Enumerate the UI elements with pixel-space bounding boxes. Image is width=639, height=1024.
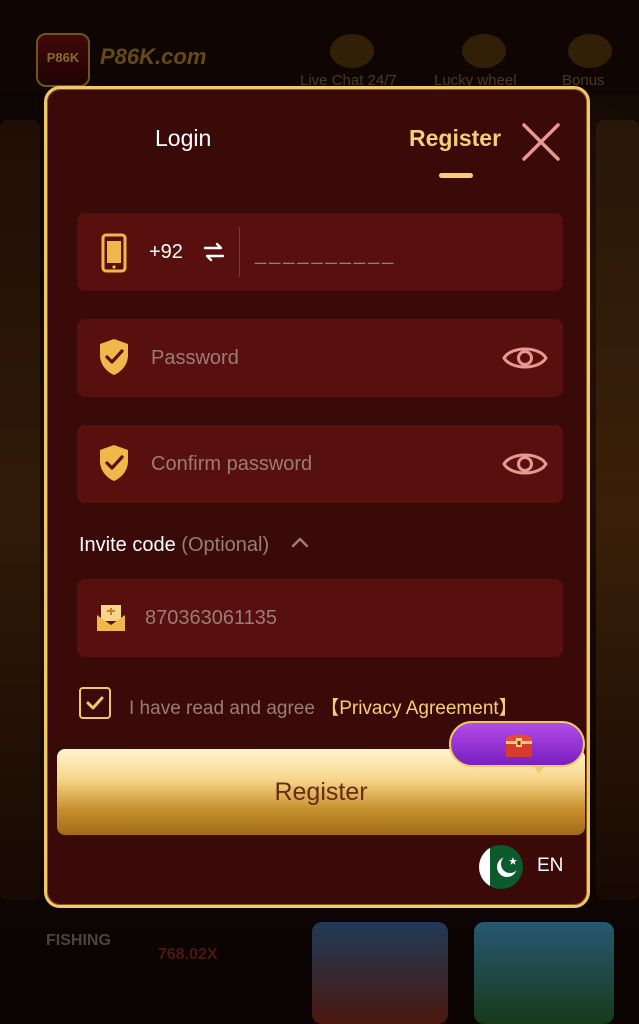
shield-check-icon (100, 445, 128, 481)
invite-code-label: Invite code (79, 534, 176, 556)
field-divider (239, 227, 240, 277)
phone-field[interactable]: +92 __________ (77, 213, 563, 291)
active-tab-indicator (439, 173, 473, 178)
envelope-icon (97, 605, 125, 631)
language-selector[interactable]: EN (537, 855, 563, 877)
treasure-chest-icon (506, 734, 532, 757)
shield-check-icon (100, 339, 128, 375)
agreement-text: I have read and agree 【Privacy Agreement… (129, 693, 518, 720)
invite-code-optional: (Optional) (181, 534, 270, 556)
pakistan-flag-icon[interactable] (479, 845, 523, 889)
tab-login[interactable]: Login (155, 125, 211, 152)
password-field[interactable]: Password (77, 319, 563, 397)
agreement-checkbox[interactable] (79, 687, 111, 719)
password-input[interactable]: Password (151, 319, 239, 397)
confirm-password-field[interactable]: Confirm password (77, 425, 563, 503)
phone-input[interactable]: __________ (255, 213, 396, 295)
invite-code-toggle[interactable]: Invite code (Optional) (79, 534, 269, 557)
register-modal: Login Register +92 __________ Password C… (44, 86, 590, 908)
close-icon[interactable] (520, 121, 562, 163)
phone-icon (101, 233, 127, 273)
privacy-agreement-link[interactable]: 【Privacy Agreement】 (320, 698, 517, 719)
tab-register[interactable]: Register (409, 125, 501, 152)
gift-bubble[interactable] (449, 721, 585, 767)
eye-icon[interactable] (501, 445, 549, 483)
invite-code-input[interactable]: 870363061135 (145, 579, 277, 657)
invite-code-field[interactable]: 870363061135 (77, 579, 563, 657)
confirm-password-input[interactable]: Confirm password (151, 425, 312, 503)
eye-icon[interactable] (501, 339, 549, 377)
country-code[interactable]: +92 (149, 213, 183, 291)
agreement-label: I have read and agree (129, 698, 315, 719)
chevron-up-icon[interactable] (291, 535, 309, 549)
checkmark-icon (86, 696, 104, 710)
swap-icon[interactable] (201, 239, 227, 265)
